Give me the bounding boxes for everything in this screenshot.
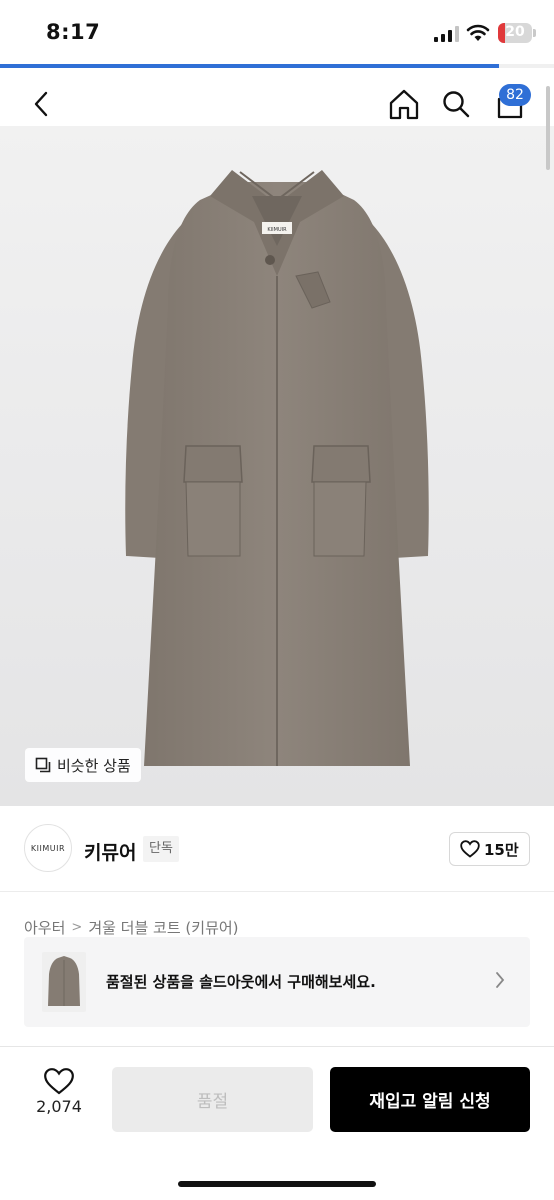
similar-products-label: 비슷한 상품 <box>57 756 131 775</box>
chevron-right-icon: > <box>71 920 83 935</box>
brand-name[interactable]: 키뮤어 <box>84 838 136 865</box>
brand-like-count: 15만 <box>484 840 519 859</box>
brand-logo-text: KIIMUIR <box>30 843 66 853</box>
status-bar: 8:17 20 <box>0 0 554 64</box>
wifi-icon <box>466 24 490 41</box>
back-icon <box>34 91 48 117</box>
breadcrumb-product-name: 겨울 더블 코트 (키뮤어) <box>88 919 239 937</box>
soldout-button: 품절 <box>112 1067 313 1132</box>
wishlist-count: 2,074 <box>36 1097 82 1116</box>
battery-icon: 20 <box>498 23 532 43</box>
product-image[interactable]: KIIMUIR <box>0 126 554 806</box>
brand-row: KIIMUIR 키뮤어 단독 15만 <box>0 806 554 892</box>
home-indicator[interactable] <box>178 1181 376 1187</box>
brand-logo[interactable]: KIIMUIR <box>24 824 72 872</box>
breadcrumb-category[interactable]: 아우터 <box>24 917 65 938</box>
wishlist-button[interactable]: 2,074 <box>20 1067 98 1131</box>
cart-count-badge: 82 <box>499 84 531 106</box>
home-icon <box>389 89 419 120</box>
coat-label-text: KIIMUIR <box>267 227 287 233</box>
search-icon <box>443 91 470 118</box>
battery-tip <box>533 29 536 37</box>
heart-icon <box>460 840 480 858</box>
soldout-banner[interactable]: 품절된 상품을 솔드아웃에서 구매해보세요. <box>24 937 530 1027</box>
back-button[interactable] <box>20 82 64 126</box>
coat-thumbnail-image <box>48 956 80 1006</box>
cellular-signal-icon <box>434 26 459 42</box>
soldout-banner-text: 품절된 상품을 솔드아웃에서 구매해보세요. <box>106 973 376 991</box>
restock-alert-label: 재입고 알림 신청 <box>369 1092 491 1112</box>
status-time: 8:17 <box>46 20 101 44</box>
brand-like-button[interactable]: 15만 <box>449 832 530 866</box>
bottom-action-bar: 2,074 품절 재입고 알림 신청 <box>0 1046 554 1200</box>
heart-icon <box>44 1068 74 1095</box>
banner-thumbnail <box>42 952 86 1012</box>
coat-image: KIIMUIR <box>125 170 429 766</box>
similar-items-icon <box>35 757 51 773</box>
battery-percent: 20 <box>505 24 525 40</box>
scrollbar[interactable] <box>546 86 550 170</box>
restock-alert-button[interactable]: 재입고 알림 신청 <box>330 1067 530 1132</box>
exclusive-tag: 단독 <box>143 836 179 862</box>
chevron-right-icon <box>496 972 505 988</box>
similar-products-button[interactable]: 비슷한 상품 <box>25 748 141 782</box>
search-button[interactable] <box>434 82 478 126</box>
soldout-button-label: 품절 <box>196 1092 229 1112</box>
breadcrumb: 아우터 > 겨울 더블 코트 (키뮤어) <box>24 917 239 938</box>
home-button[interactable] <box>382 82 426 126</box>
